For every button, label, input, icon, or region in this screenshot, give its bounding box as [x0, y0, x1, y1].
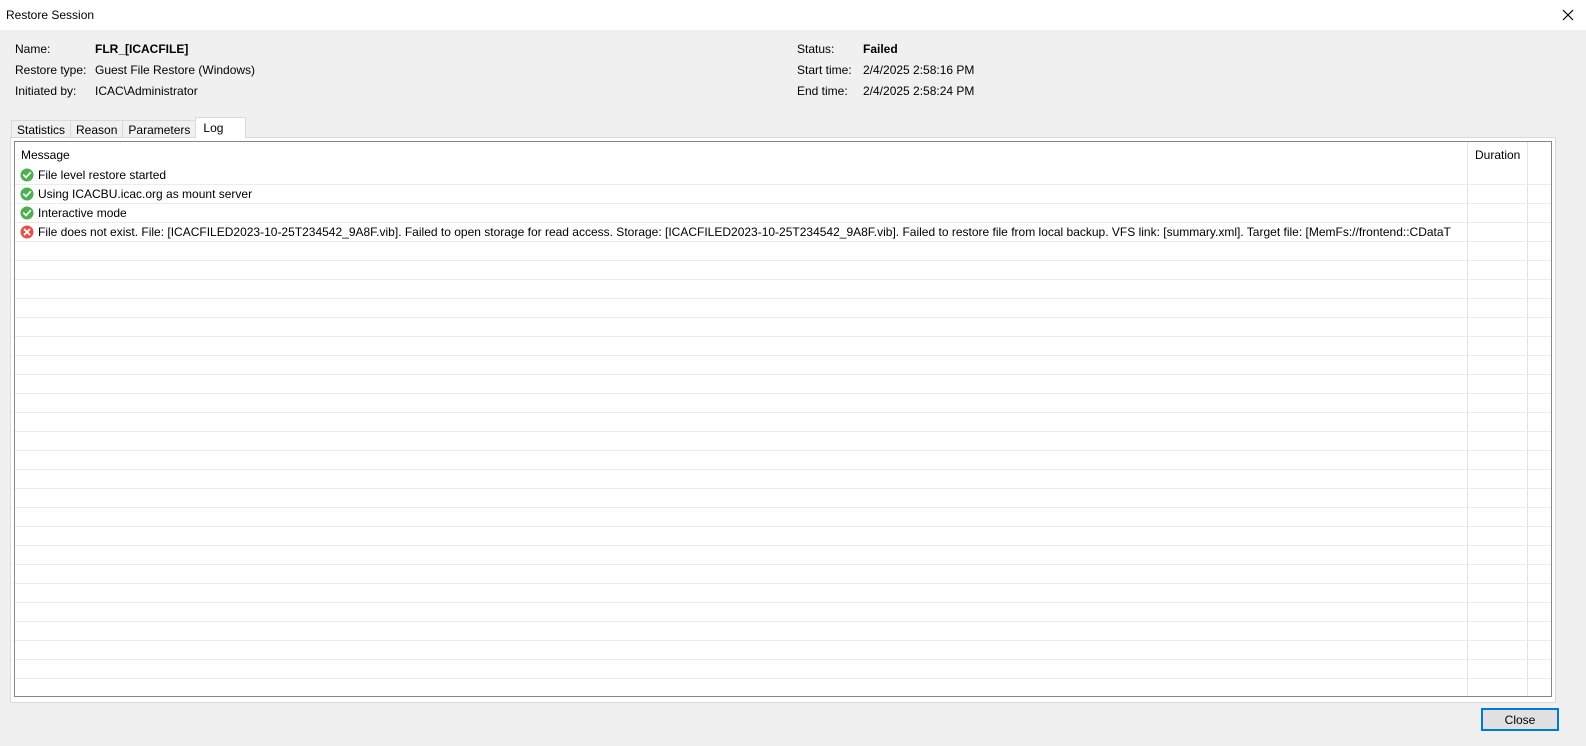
empty-log-row	[15, 318, 1551, 337]
empty-log-row	[15, 394, 1551, 413]
log-message-text: Using ICACBU.icac.org as mount server	[38, 187, 253, 201]
status-value: Failed	[863, 42, 898, 56]
empty-log-row	[15, 299, 1551, 318]
log-message-cell: Interactive mode	[20, 204, 127, 222]
empty-log-row	[15, 508, 1551, 527]
log-panel: Message Duration File level restore star…	[10, 137, 1556, 703]
initiated-by-label: Initiated by:	[15, 84, 77, 98]
close-button[interactable]: Close	[1481, 708, 1559, 731]
empty-log-row	[15, 660, 1551, 679]
window-title: Restore Session	[6, 8, 95, 22]
log-message-cell: Using ICACBU.icac.org as mount server	[20, 185, 252, 203]
empty-log-row	[15, 242, 1551, 261]
log-grid[interactable]: Message Duration File level restore star…	[14, 141, 1552, 697]
empty-log-row	[15, 375, 1551, 394]
initiated-by-value: ICAC\Administrator	[95, 84, 198, 98]
error-circle-icon	[20, 225, 34, 239]
tab-parameters[interactable]: Parameters	[122, 120, 197, 138]
empty-log-row	[15, 451, 1551, 470]
name-value: FLR_[ICACFILE]	[95, 42, 189, 56]
name-label: Name:	[15, 42, 51, 56]
empty-log-row	[15, 489, 1551, 508]
column-header-message[interactable]: Message	[21, 148, 70, 162]
restore-type-label: Restore type:	[15, 63, 87, 77]
empty-log-row	[15, 565, 1551, 584]
empty-log-row	[15, 356, 1551, 375]
log-message-cell: File does not exist. File: [ICACFILED202…	[20, 223, 1451, 241]
empty-log-row	[15, 280, 1551, 299]
log-row[interactable]: File level restore started	[15, 166, 1551, 185]
empty-log-row	[15, 641, 1551, 660]
tab-bar: Statistics Reason Parameters Log	[11, 117, 247, 138]
empty-log-row	[15, 584, 1551, 603]
empty-log-row	[15, 622, 1551, 641]
log-message-text: Interactive mode	[38, 206, 127, 220]
empty-log-row	[15, 337, 1551, 356]
check-circle-icon	[20, 206, 34, 220]
empty-log-row	[15, 679, 1551, 696]
restore-type-value: Guest File Restore (Windows)	[95, 63, 256, 77]
status-label: Status:	[797, 42, 835, 56]
log-message-cell: File level restore started	[20, 166, 166, 184]
end-time-value: 2/4/2025 2:58:24 PM	[863, 84, 975, 98]
log-message-text: File level restore started	[38, 168, 167, 182]
empty-log-row	[15, 603, 1551, 622]
log-row[interactable]: Using ICACBU.icac.org as mount server	[15, 185, 1551, 204]
check-circle-icon	[20, 187, 34, 201]
empty-log-row	[15, 261, 1551, 280]
log-row[interactable]: File does not exist. File: [ICACFILED202…	[15, 223, 1551, 242]
column-header-duration[interactable]: Duration	[1475, 148, 1520, 162]
end-time-label: End time:	[797, 84, 848, 98]
empty-log-row	[15, 413, 1551, 432]
empty-log-row	[15, 546, 1551, 565]
title-bar: Restore Session	[0, 0, 1586, 30]
tab-log[interactable]: Log	[195, 117, 247, 138]
check-circle-icon	[20, 168, 34, 182]
empty-log-row	[15, 432, 1551, 451]
empty-log-row	[15, 527, 1551, 546]
log-message-text: File does not exist. File: [ICACFILED202…	[38, 225, 1451, 239]
tab-reason[interactable]: Reason	[70, 120, 124, 138]
start-time-value: 2/4/2025 2:58:16 PM	[863, 63, 975, 77]
log-row[interactable]: Interactive mode	[15, 204, 1551, 223]
tab-statistics[interactable]: Statistics	[11, 120, 72, 138]
log-grid-header: Message Duration	[15, 142, 1551, 166]
start-time-label: Start time:	[797, 63, 852, 77]
empty-log-row	[15, 470, 1551, 489]
window-close-icon[interactable]	[1550, 0, 1586, 30]
